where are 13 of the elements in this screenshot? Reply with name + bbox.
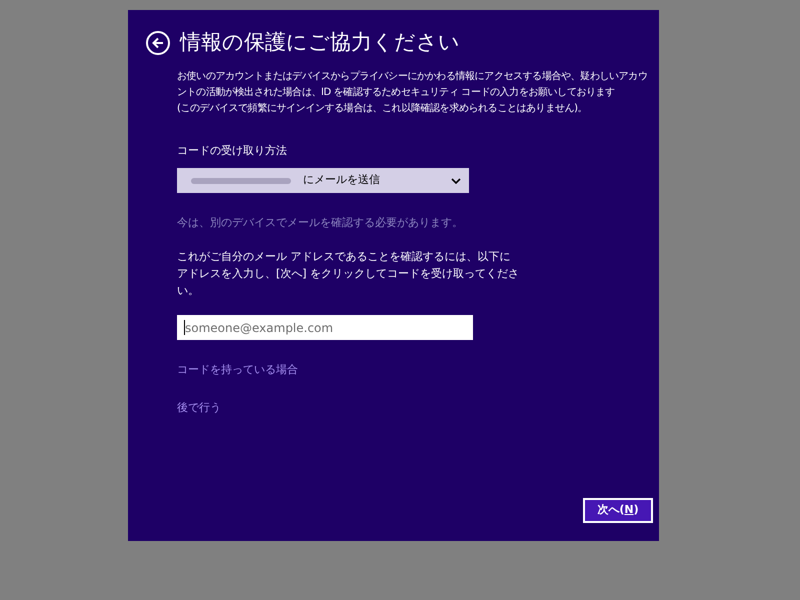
next-button[interactable]: 次へ(N) xyxy=(583,498,653,523)
have-code-link[interactable]: コードを持っている場合 xyxy=(177,362,298,378)
later-link[interactable]: 後で行う xyxy=(177,400,221,416)
dialog-title: 情報の保護にご協力ください xyxy=(180,29,460,56)
back-button[interactable] xyxy=(146,30,170,55)
instruction-text: これがご自分のメール アドレスであることを確認するには、以下に アドレスを入力し、[次へ] をクリックしてコードを受け取ってくださ い。 xyxy=(177,248,520,298)
hint-text: 今は、別のデバイスでメールを確認する必要があります。 xyxy=(177,215,464,231)
method-label: コードの受け取り方法 xyxy=(177,142,288,158)
chevron-down-icon xyxy=(451,178,461,184)
email-field[interactable]: someone@example.com xyxy=(177,315,473,340)
description-text: お使いのアカウントまたはデバイスからプライバシーにかかわる情報にアクセスする場合や、疑わしいアカウ ントの活動が検出された場合は、ID を確認するためセキュリティ コードの入力をお願いしております (このデバイスで頻繁にサインインする場合は、これ以降確認を求められることはありません)。 xyxy=(177,70,648,116)
back-arrow-icon xyxy=(152,36,164,49)
method-dropdown[interactable]: にメールを送信 xyxy=(177,168,469,193)
